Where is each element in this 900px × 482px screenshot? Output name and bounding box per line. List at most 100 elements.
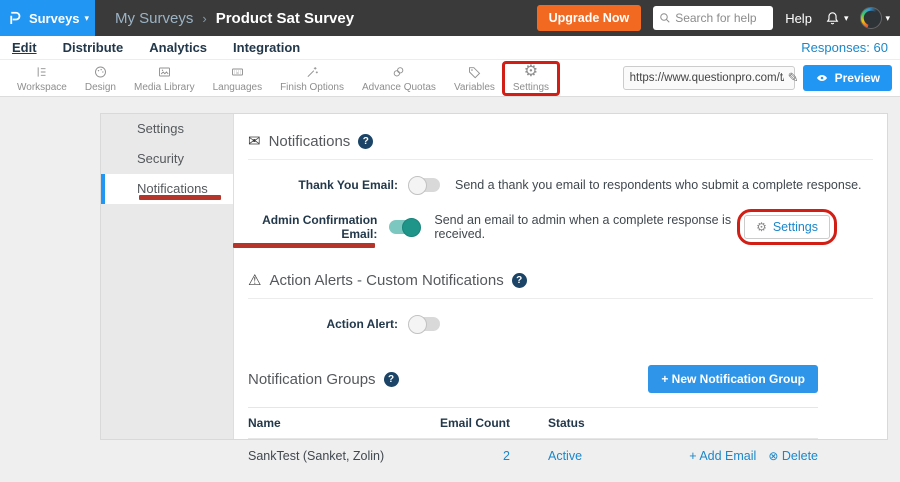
toolbar-item-finish-options[interactable]: Finish Options bbox=[271, 60, 353, 97]
survey-tab-bar: Edit Distribute Analytics Integration Re… bbox=[0, 36, 900, 60]
admin-email-settings-button[interactable]: ⚙ Settings bbox=[744, 215, 830, 239]
search-icon bbox=[659, 12, 671, 24]
gear-icon: ⚙ bbox=[524, 64, 538, 80]
column-header-name: Name bbox=[248, 416, 440, 430]
delete-circle-icon: ⊗ bbox=[768, 449, 778, 463]
image-icon bbox=[156, 64, 173, 80]
breadcrumb: My Surveys › Product Sat Survey bbox=[115, 10, 354, 27]
breadcrumb-my-surveys[interactable]: My Surveys bbox=[115, 10, 193, 27]
admin-confirmation-email-row: Admin Confirmation Email: Send an email … bbox=[248, 209, 873, 245]
action-alerts-section-header: ⚠ Action Alerts - Custom Notifications ? bbox=[248, 271, 873, 289]
product-menu-label: Surveys bbox=[29, 11, 80, 26]
group-name: SankTest (Sanket, Zolin) bbox=[248, 449, 440, 463]
upgrade-now-button[interactable]: Upgrade Now bbox=[537, 5, 642, 31]
preview-button[interactable]: Preview bbox=[803, 65, 892, 91]
group-status-link[interactable]: Active bbox=[510, 449, 638, 463]
edit-url-pencil-icon[interactable]: ✎ bbox=[788, 70, 799, 86]
page-content: Settings Security Notifications ✉ Notifi… bbox=[0, 97, 900, 440]
group-email-count-link[interactable]: 2 bbox=[440, 449, 510, 463]
section-divider bbox=[248, 159, 873, 160]
admin-confirmation-email-toggle[interactable] bbox=[389, 220, 419, 234]
tab-integration[interactable]: Integration bbox=[233, 40, 300, 55]
breadcrumb-survey-title: Product Sat Survey bbox=[216, 10, 354, 27]
admin-confirmation-email-label: Admin Confirmation Email: bbox=[248, 213, 377, 241]
responses-count[interactable]: Responses: 60 bbox=[801, 40, 888, 55]
topbar-right: Upgrade Now Help ▾ ▾ bbox=[537, 5, 900, 31]
table-row: SankTest (Sanket, Zolin) 2 Active + Add … bbox=[248, 439, 818, 473]
help-icon[interactable]: ? bbox=[512, 273, 527, 288]
notification-groups-table: Name Email Count Status SankTest (Sanket… bbox=[248, 407, 818, 473]
admin-confirmation-email-description: Send an email to admin when a complete r… bbox=[434, 213, 737, 241]
workspace-icon bbox=[33, 64, 50, 80]
tag-icon bbox=[466, 64, 483, 80]
notification-groups-title: Notification Groups bbox=[248, 371, 376, 388]
chain-links-icon bbox=[390, 64, 407, 80]
table-header-row: Name Email Count Status bbox=[248, 407, 818, 439]
notifications-section-header: ✉ Notifications ? bbox=[248, 132, 873, 150]
notifications-bell-menu[interactable]: ▾ bbox=[824, 10, 849, 27]
toolbar-item-media-library[interactable]: Media Library bbox=[125, 60, 204, 97]
avatar bbox=[860, 7, 882, 29]
help-icon[interactable]: ? bbox=[384, 372, 399, 387]
palette-icon bbox=[92, 64, 109, 80]
toolbar-item-settings[interactable]: ⚙ Settings bbox=[504, 60, 558, 97]
thank-you-email-toggle[interactable] bbox=[410, 178, 440, 192]
toolbar-item-design[interactable]: Design bbox=[76, 60, 125, 97]
toolbar-item-languages[interactable]: Languages bbox=[204, 60, 272, 97]
help-search-input[interactable] bbox=[675, 11, 765, 25]
column-header-status: Status bbox=[510, 416, 638, 430]
thank-you-email-label: Thank You Email: bbox=[248, 178, 398, 192]
edit-toolbar: Workspace Design Media Library Languages… bbox=[0, 60, 900, 97]
toolbar-item-variables[interactable]: Variables bbox=[445, 60, 504, 97]
settings-sidebar: Settings Security Notifications bbox=[101, 114, 234, 439]
delete-link[interactable]: ⊗ Delete bbox=[768, 449, 818, 463]
action-alerts-section-title: Action Alerts - Custom Notifications bbox=[269, 272, 503, 289]
notifications-panel: ✉ Notifications ? Thank You Email: Send … bbox=[234, 114, 887, 439]
survey-url-input[interactable] bbox=[630, 72, 784, 84]
help-icon[interactable]: ? bbox=[358, 134, 373, 149]
magic-wand-icon bbox=[304, 64, 321, 80]
chevron-down-icon: ▾ bbox=[85, 13, 90, 24]
add-email-link[interactable]: + Add Email bbox=[689, 449, 756, 463]
chevron-down-icon: ▾ bbox=[844, 13, 849, 24]
sidebar-item-settings[interactable]: Settings bbox=[101, 114, 233, 144]
annotation-underline-admin-email bbox=[233, 243, 375, 248]
sidebar-item-notifications[interactable]: Notifications bbox=[101, 174, 233, 204]
tab-edit[interactable]: Edit bbox=[12, 40, 37, 55]
tab-distribute[interactable]: Distribute bbox=[63, 40, 124, 55]
questionpro-logo-icon bbox=[6, 9, 24, 27]
thank-you-email-row: Thank You Email: Send a thank you email … bbox=[248, 174, 873, 196]
group-actions: + Add Email ⊗ Delete bbox=[638, 449, 818, 463]
section-divider bbox=[248, 298, 873, 299]
envelope-icon: ✉ bbox=[248, 132, 261, 150]
gear-icon: ⚙ bbox=[756, 221, 767, 233]
top-bar: Surveys ▾ My Surveys › Product Sat Surve… bbox=[0, 0, 900, 36]
action-alert-label: Action Alert: bbox=[248, 317, 398, 331]
notifications-section-title: Notifications bbox=[269, 133, 351, 150]
user-menu[interactable]: ▾ bbox=[860, 7, 890, 29]
action-alert-row: Action Alert: bbox=[248, 313, 873, 335]
action-alerts-section: ⚠ Action Alerts - Custom Notifications ?… bbox=[248, 271, 873, 335]
action-alert-toggle[interactable] bbox=[410, 317, 440, 331]
keyboard-icon bbox=[229, 64, 246, 80]
annotation-box-settings-button: ⚙ Settings bbox=[737, 209, 837, 245]
settings-card: Settings Security Notifications ✉ Notifi… bbox=[100, 113, 888, 440]
toolbar-item-advance-quotas[interactable]: Advance Quotas bbox=[353, 60, 445, 97]
toolbar-item-workspace[interactable]: Workspace bbox=[8, 60, 76, 97]
new-notification-group-button[interactable]: + New Notification Group bbox=[648, 365, 818, 393]
notification-groups-header: Notification Groups ? + New Notification… bbox=[248, 365, 818, 393]
bell-icon bbox=[824, 10, 841, 27]
notification-groups-section: Notification Groups ? + New Notification… bbox=[248, 365, 818, 473]
tab-analytics[interactable]: Analytics bbox=[149, 40, 207, 55]
breadcrumb-separator: › bbox=[202, 11, 206, 26]
help-search[interactable] bbox=[653, 6, 773, 30]
thank-you-email-description: Send a thank you email to respondents wh… bbox=[455, 178, 862, 192]
chevron-down-icon: ▾ bbox=[885, 13, 890, 24]
sidebar-item-security[interactable]: Security bbox=[101, 144, 233, 174]
survey-url-field[interactable]: ✎ bbox=[623, 66, 795, 90]
product-menu[interactable]: Surveys ▾ bbox=[0, 0, 95, 36]
column-header-email-count: Email Count bbox=[440, 416, 510, 430]
help-link[interactable]: Help bbox=[785, 11, 812, 26]
eye-icon bbox=[815, 72, 829, 84]
warning-icon: ⚠ bbox=[248, 271, 261, 289]
